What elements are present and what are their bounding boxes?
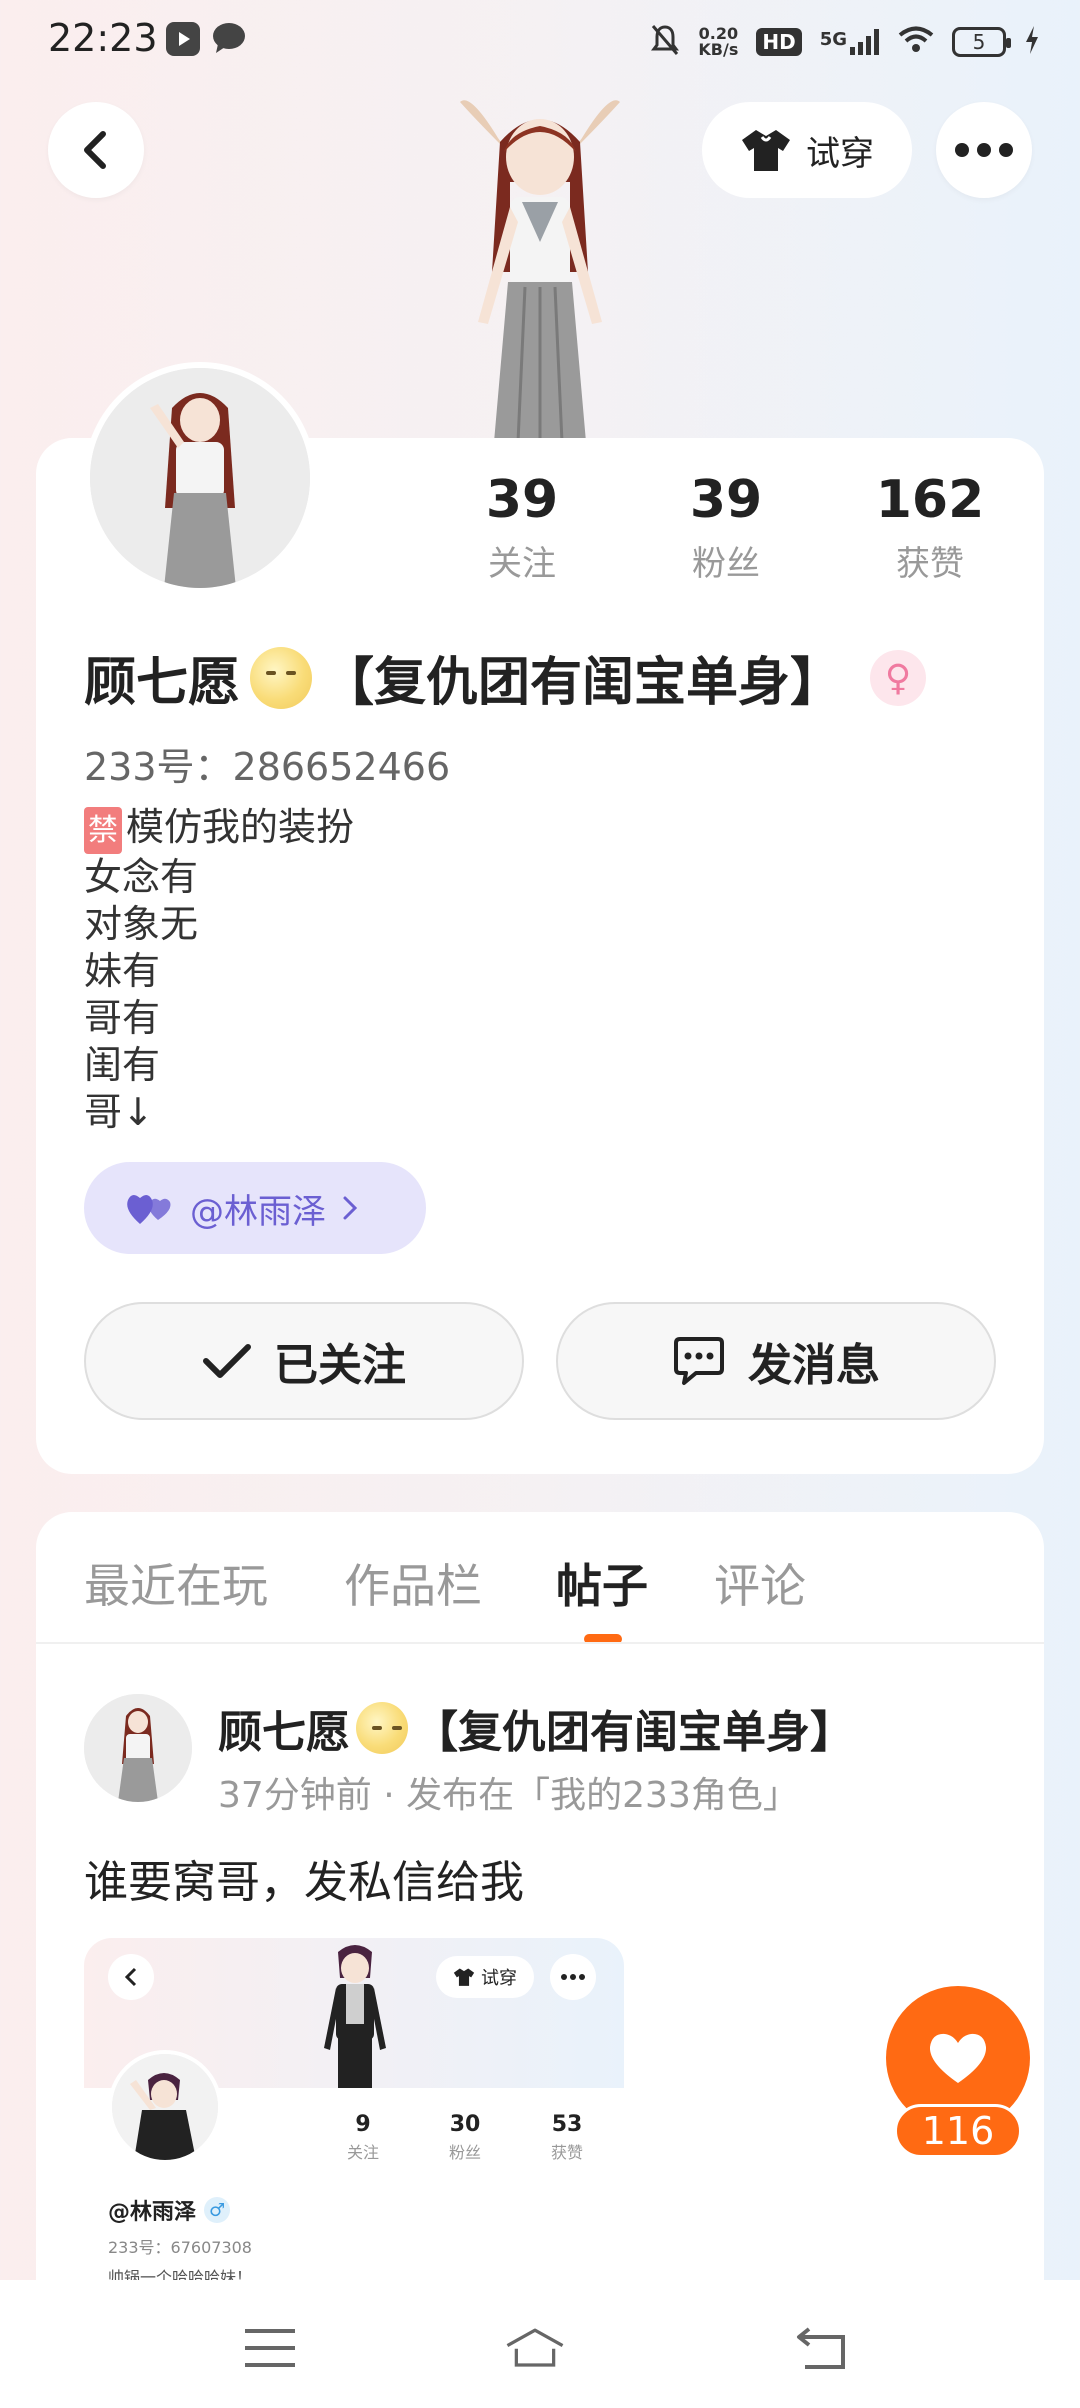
embed-stat-likes: 53 获赞 (532, 2112, 602, 2163)
post-meta: 37分钟前 · 发布在「我的233角色」 (218, 1775, 799, 1816)
embed-name: @林雨泽 ♂ (108, 2194, 231, 2226)
more-button[interactable] (936, 102, 1032, 198)
menu-icon (245, 2329, 295, 2367)
bio-line: 对象无 (84, 902, 199, 946)
post-text: 谁要窝哥，发私信给我 (84, 1857, 524, 1908)
stat-likes-value: 162 (875, 470, 985, 530)
user-id: 233号：286652466 (84, 745, 451, 789)
embed-stat-followers: 30 粉丝 (430, 2112, 500, 2163)
post-author-prefix: 顾七愿 (218, 1707, 350, 1758)
status-icons: 0.20 KB/s HD 5G 5 (650, 20, 1040, 64)
embed-back-icon (108, 1954, 154, 2000)
embed-name-text: @林雨泽 (108, 2200, 197, 2225)
smiling-moon-emoji-icon (356, 1702, 408, 1754)
tryon-label: 试穿 (806, 133, 874, 174)
status-time: 22:23 (48, 16, 158, 60)
tshirt-icon (453, 1968, 475, 1986)
bio-line: 女念有 (84, 855, 199, 899)
partner-chip[interactable]: @林雨泽 (84, 1162, 426, 1254)
home-icon (506, 2328, 564, 2367)
tab-posts[interactable]: 帖子 (556, 1550, 648, 1616)
network-type: 5G (819, 29, 847, 50)
back-icon (84, 131, 106, 169)
embed-stat-value: 30 (449, 2112, 481, 2137)
following-label: 已关注 (274, 1340, 406, 1391)
net-speed-unit: KB/s (698, 40, 739, 59)
more-icon (955, 143, 1013, 157)
tab-comments[interactable]: 评论 (714, 1550, 806, 1616)
charging-icon (1024, 25, 1040, 59)
post-author-suffix: 【复仇团有闺宝单身】 (414, 1707, 854, 1758)
embed-avatar (108, 2050, 222, 2164)
bio-line: 闺有 (84, 1043, 161, 1087)
tshirt-icon (742, 130, 790, 171)
check-icon (203, 1344, 251, 1378)
media-play-icon (166, 22, 200, 56)
embed-tryon-label: 试穿 (481, 1968, 517, 1989)
stat-followers-value: 39 (689, 470, 763, 530)
embed-stat-label: 粉丝 (448, 2143, 481, 2162)
stat-following-label: 关注 (488, 544, 556, 584)
bio-line: 妹有 (84, 949, 161, 993)
message-label: 发消息 (748, 1340, 880, 1391)
chat-bubble-icon (210, 20, 248, 60)
back-button[interactable] (48, 102, 144, 198)
profile-name-prefix: 顾七愿 (84, 653, 241, 713)
message-button[interactable]: 发消息 (556, 1302, 996, 1420)
net-speed: 0.20 KB/s (698, 26, 738, 58)
bio-line: 禁模仿我的装扮 (84, 804, 354, 854)
bio: 禁模仿我的装扮 女念有 对象无 妹有 哥有 闺有 哥↓ (84, 804, 354, 1136)
stat-followers-label: 粉丝 (692, 544, 760, 584)
chevron-right-icon (343, 1196, 358, 1220)
stat-followers[interactable]: 39 粉丝 (646, 470, 806, 585)
embed-more-icon (550, 1954, 596, 2000)
avatar-3d-figure (430, 82, 650, 443)
heart-icon (929, 2033, 987, 2083)
bio-line: 哥有 (84, 996, 161, 1040)
embed-figure (310, 1938, 400, 2092)
mute-bell-icon (650, 23, 680, 62)
home-nav-button[interactable] (505, 2318, 565, 2378)
embed-stat-value: 53 (551, 2112, 583, 2137)
stat-likes[interactable]: 162 获赞 (850, 470, 1010, 585)
post-author-name[interactable]: 顾七愿 【复仇团有闺宝单身】 (218, 1696, 854, 1760)
stat-likes-label: 获赞 (896, 544, 964, 584)
embed-stat-following: 9 关注 (328, 2112, 398, 2163)
smiling-moon-emoji-icon (250, 646, 313, 709)
tab-recently-played[interactable]: 最近在玩 (84, 1550, 268, 1616)
signal-icon: 5G (820, 29, 880, 55)
message-icon (674, 1337, 724, 1385)
embed-stat-label: 获赞 (550, 2143, 583, 2162)
return-icon (797, 2327, 845, 2369)
tabs-divider (36, 1642, 1044, 1644)
embed-uid: 233号：67607308 (108, 2238, 252, 2257)
double-heart-icon (127, 1194, 171, 1224)
tryon-button[interactable]: 试穿 (702, 102, 912, 198)
menu-nav-button[interactable] (240, 2318, 300, 2378)
stat-following[interactable]: 39 关注 (442, 470, 602, 585)
embed-tryon: 试穿 (436, 1956, 534, 1998)
hd-badge: HD (756, 28, 802, 56)
following-button[interactable]: 已关注 (84, 1302, 524, 1420)
bio-line: 哥↓ (84, 1090, 154, 1134)
avatar[interactable] (84, 362, 316, 594)
battery-icon: 5 (952, 27, 1011, 57)
ban-tag: 禁 (84, 807, 122, 854)
like-count: 116 (894, 2104, 1022, 2158)
partner-label: @林雨泽 (190, 1191, 326, 1232)
back-nav-button[interactable] (792, 2318, 852, 2378)
profile-name-suffix: 【复仇团有闺宝单身】 (322, 653, 843, 713)
tab-works[interactable]: 作品栏 (344, 1550, 482, 1616)
wifi-icon (898, 26, 934, 59)
bio-line-text: 模仿我的装扮 (126, 805, 355, 849)
post-author-avatar[interactable] (84, 1694, 192, 1802)
female-gender-icon: ♀ (870, 650, 926, 706)
embed-stat-label: 关注 (346, 2143, 379, 2162)
male-gender-icon: ♂ (204, 2197, 231, 2223)
stat-following-value: 39 (485, 470, 559, 530)
profile-name: 顾七愿 【复仇团有闺宝单身】 (84, 640, 842, 715)
embed-stat-value: 9 (355, 2112, 371, 2137)
